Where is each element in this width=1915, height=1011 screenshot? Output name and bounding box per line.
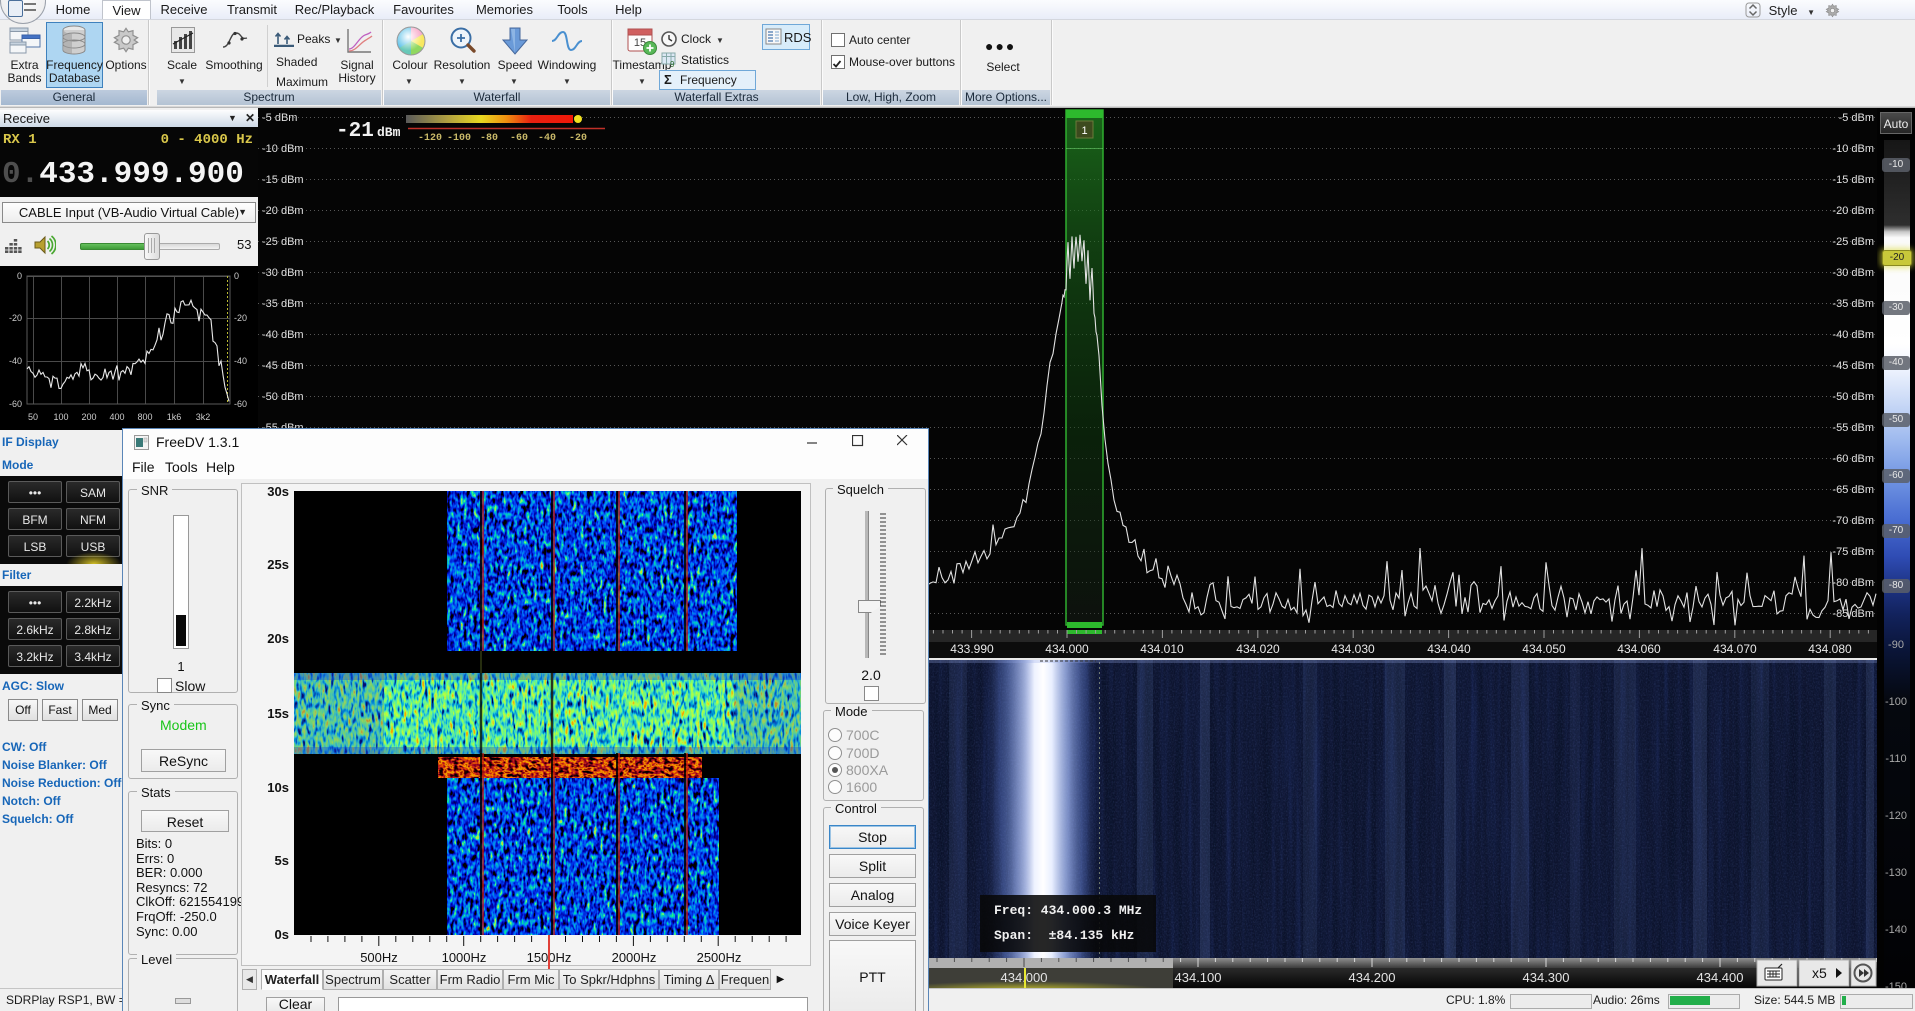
svg-text:-45 dBm: -45 dBm — [1832, 360, 1874, 372]
svg-text:-20 dBm: -20 dBm — [1832, 205, 1874, 217]
svg-text:434.400: 434.400 — [1697, 970, 1744, 985]
svg-text:-80 dBm: -80 dBm — [1832, 577, 1874, 589]
svg-text:200: 200 — [81, 412, 96, 422]
svg-text:400: 400 — [109, 412, 124, 422]
svg-text:-5 dBm: -5 dBm — [262, 112, 297, 124]
svg-text:-85 dBm: -85 dBm — [1832, 608, 1874, 620]
svg-text:9: 9 — [670, 60, 675, 68]
svg-text:-100: -100 — [447, 133, 471, 144]
svg-text:1: 1 — [1081, 125, 1087, 137]
svg-text:-120: -120 — [418, 133, 442, 144]
svg-text:x5: x5 — [1812, 965, 1827, 981]
svg-text:434.000: 434.000 — [1045, 642, 1089, 656]
svg-text:-35 dBm: -35 dBm — [262, 298, 304, 310]
svg-text:434.100: 434.100 — [1175, 970, 1222, 985]
svg-text:434.030: 434.030 — [1331, 642, 1375, 656]
svg-text:-10 dBm: -10 dBm — [262, 143, 304, 155]
svg-text:-70 dBm: -70 dBm — [1832, 515, 1874, 527]
svg-text:434.060: 434.060 — [1617, 642, 1661, 656]
svg-text:-35 dBm: -35 dBm — [1832, 298, 1874, 310]
svg-text:-40: -40 — [538, 133, 556, 144]
svg-text:800: 800 — [137, 412, 152, 422]
svg-text:-15 dBm: -15 dBm — [1832, 174, 1874, 186]
svg-text:dBm: dBm — [377, 125, 401, 140]
svg-text:-21: -21 — [336, 120, 374, 143]
svg-text:50: 50 — [28, 412, 38, 422]
svg-text:-10 dBm: -10 dBm — [1832, 143, 1874, 155]
svg-text:-65 dBm: -65 dBm — [1832, 484, 1874, 496]
svg-text:-20: -20 — [9, 313, 22, 323]
svg-text:-45 dBm: -45 dBm — [262, 360, 304, 372]
svg-text:-40: -40 — [9, 356, 22, 366]
svg-text:-75 dBm: -75 dBm — [1832, 546, 1874, 558]
svg-text:-60: -60 — [234, 399, 247, 409]
svg-text:-60 dBm: -60 dBm — [1832, 453, 1874, 465]
svg-text:-50 dBm: -50 dBm — [262, 391, 304, 403]
svg-text:-30 dBm: -30 dBm — [262, 267, 304, 279]
svg-text:-25 dBm: -25 dBm — [262, 236, 304, 248]
svg-text:3k2: 3k2 — [196, 412, 211, 422]
svg-text:-5 dBm: -5 dBm — [1839, 112, 1874, 124]
svg-text:434.070: 434.070 — [1713, 642, 1757, 656]
svg-text:-60: -60 — [9, 399, 22, 409]
svg-text:434.050: 434.050 — [1522, 642, 1566, 656]
svg-text:1k6: 1k6 — [167, 412, 182, 422]
svg-text:-60: -60 — [510, 133, 528, 144]
svg-text:-80: -80 — [480, 133, 498, 144]
svg-text:-50 dBm: -50 dBm — [1832, 391, 1874, 403]
svg-text:-40 dBm: -40 dBm — [262, 329, 304, 341]
svg-text:0: 0 — [234, 271, 239, 281]
svg-text:434.010: 434.010 — [1140, 642, 1184, 656]
svg-text:-15 dBm: -15 dBm — [262, 174, 304, 186]
svg-text:434.020: 434.020 — [1236, 642, 1280, 656]
svg-text:-55 dBm: -55 dBm — [1832, 422, 1874, 434]
svg-text:-25 dBm: -25 dBm — [1832, 236, 1874, 248]
svg-text:434.200: 434.200 — [1349, 970, 1396, 985]
svg-text:-20: -20 — [569, 133, 587, 144]
svg-text:-20: -20 — [234, 313, 247, 323]
svg-text:434.040: 434.040 — [1427, 642, 1471, 656]
svg-text:433.990: 433.990 — [950, 642, 994, 656]
svg-text:434.080: 434.080 — [1808, 642, 1852, 656]
svg-text:100: 100 — [53, 412, 68, 422]
svg-text:-20 dBm: -20 dBm — [262, 205, 304, 217]
svg-text:-40 dBm: -40 dBm — [1832, 329, 1874, 341]
svg-text:-40: -40 — [234, 356, 247, 366]
svg-text:-30 dBm: -30 dBm — [1832, 267, 1874, 279]
svg-text:0: 0 — [17, 271, 22, 281]
svg-text:434.300: 434.300 — [1523, 970, 1570, 985]
